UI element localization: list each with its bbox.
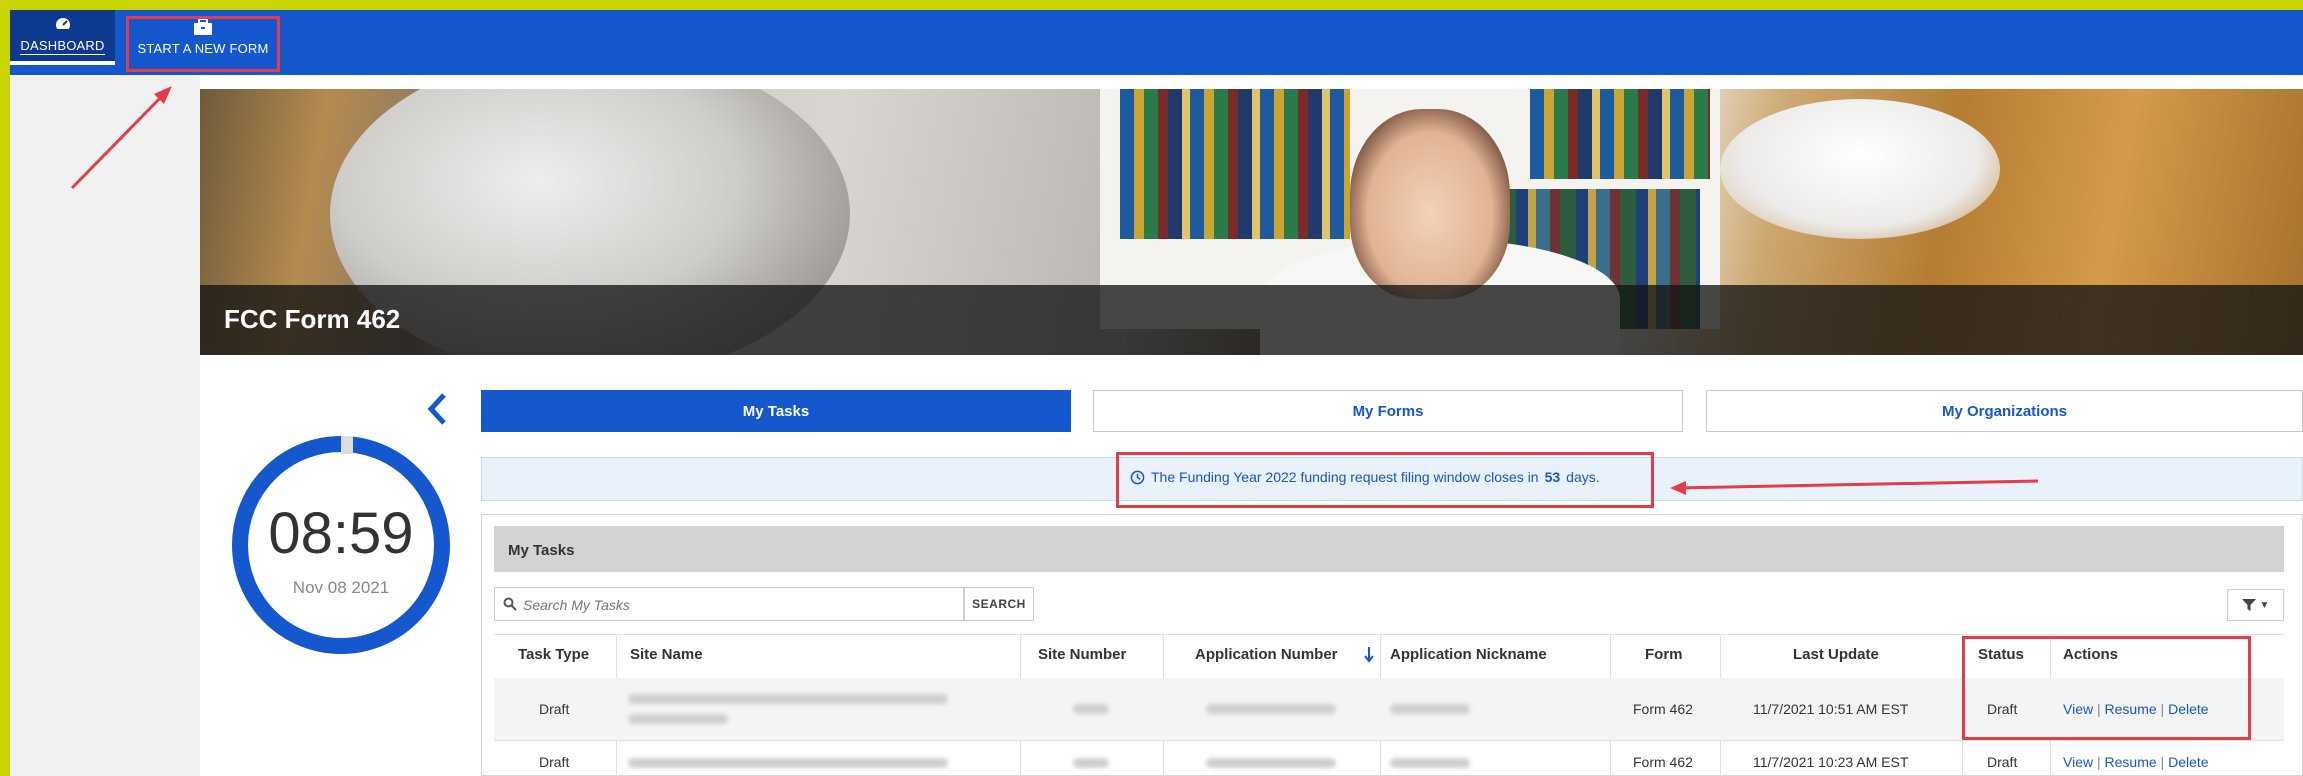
redacted-site-name <box>628 758 948 768</box>
tasks-panel-header <box>494 526 2284 572</box>
filter-icon <box>2241 599 2256 611</box>
tasks-search <box>494 587 964 621</box>
column-header-site-number[interactable]: Site Number <box>1038 646 1126 663</box>
timer-progress-gap <box>341 436 353 454</box>
search-icon <box>503 597 517 611</box>
redacted-application-nickname <box>1390 704 1470 714</box>
cell-last-update: 11/7/2021 10:51 AM EST <box>1753 701 1909 717</box>
tab-my-tasks[interactable]: My Tasks <box>481 390 1071 432</box>
view-link[interactable]: View <box>2063 754 2093 770</box>
column-header-last-update[interactable]: Last Update <box>1793 646 1879 663</box>
tab-my-forms[interactable]: My Forms <box>1093 390 1683 432</box>
highlight-box-new-form <box>126 16 280 72</box>
cell-last-update: 11/7/2021 10:23 AM EST <box>1753 754 1909 770</box>
filter-button[interactable]: ▼ <box>2227 589 2284 621</box>
banner-photo-pillow <box>1720 99 2000 239</box>
redacted-application-number <box>1206 758 1336 768</box>
tasks-panel-title: My Tasks <box>508 542 575 559</box>
session-timer: 08:59 Nov 08 2021 <box>232 436 450 654</box>
redacted-application-nickname <box>1390 758 1470 768</box>
collapse-sidebar-button[interactable] <box>426 392 456 432</box>
left-gutter <box>0 75 200 776</box>
action-separator: | <box>2160 754 2165 770</box>
top-navbar <box>0 0 2303 75</box>
timer-time: 08:59 <box>268 501 414 566</box>
highlight-box-status-actions <box>1962 636 2251 740</box>
banner-photo-bookshelf <box>1530 89 1710 179</box>
table-divider <box>494 634 2284 635</box>
chevron-left-icon <box>427 393 446 425</box>
search-input[interactable] <box>523 594 953 616</box>
dashboard-icon <box>55 18 70 32</box>
highlight-box-alert <box>1116 452 1654 508</box>
redacted-site-number <box>1073 758 1109 768</box>
cell-actions: View | Resume | Delete <box>2063 754 2209 770</box>
chevron-down-icon: ▼ <box>2259 599 2270 611</box>
table-divider <box>494 740 2284 741</box>
redacted-site-name <box>628 714 728 724</box>
cell-form: Form 462 <box>1633 701 1693 717</box>
nav-dashboard-label: DASHBOARD <box>20 38 105 55</box>
delete-link[interactable]: Delete <box>2168 754 2208 770</box>
hero-banner: FCC Form 462 <box>200 89 2303 355</box>
redacted-site-number <box>1073 704 1109 714</box>
tab-my-organizations[interactable]: My Organizations <box>1706 390 2303 432</box>
banner-title-bar <box>200 285 2303 355</box>
timer-date: Nov 08 2021 <box>292 578 390 597</box>
action-separator: | <box>2096 754 2101 770</box>
redacted-application-number <box>1206 704 1336 714</box>
column-header-site-name[interactable]: Site Name <box>630 646 703 663</box>
banner-photo-doctor <box>1350 109 1510 299</box>
cell-task-type: Draft <box>539 701 570 717</box>
column-header-application-number[interactable]: Application Number <box>1195 646 1338 663</box>
sort-down-icon[interactable] <box>1364 647 1374 663</box>
banner-photo-bookshelf <box>1120 89 1350 239</box>
resume-link[interactable]: Resume <box>2105 754 2157 770</box>
column-header-form[interactable]: Form <box>1645 646 1683 663</box>
nav-dashboard[interactable]: DASHBOARD <box>10 10 115 65</box>
column-header-task-type[interactable]: Task Type <box>518 646 589 663</box>
redacted-site-name <box>628 694 948 704</box>
cell-task-type: Draft <box>539 754 570 770</box>
search-button[interactable]: SEARCH <box>964 587 1034 621</box>
column-header-application-nickname[interactable]: Application Nickname <box>1390 646 1547 663</box>
cell-form: Form 462 <box>1633 754 1693 770</box>
cell-status: Draft <box>1987 754 2018 770</box>
page-title: FCC Form 462 <box>224 304 401 334</box>
